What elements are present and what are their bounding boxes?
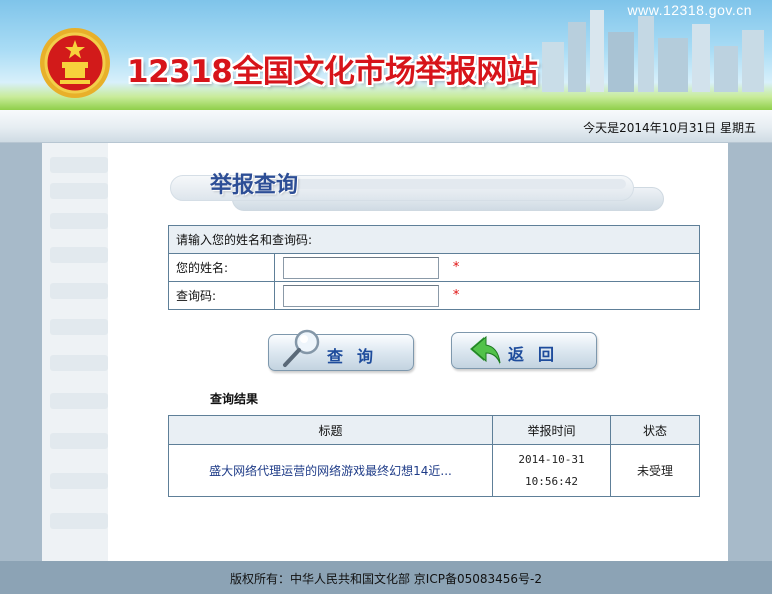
deco-stripe	[50, 473, 108, 489]
footer: 版权所有：中华人民共和国文化部 京ICP备05083456号-2	[0, 561, 772, 594]
name-input[interactable]	[283, 256, 439, 279]
page-title: 举报查询	[210, 173, 299, 198]
back-button[interactable]: 返回	[451, 332, 597, 369]
results-table: 标题 举报时间 状态 盛大网络代理运营的网络游戏最终幻想14近... 2014-…	[168, 415, 700, 497]
deco-stripe	[50, 433, 108, 449]
date-bar: 今天是2014年10月31日 星期五	[0, 110, 772, 143]
code-label: 查询码:	[168, 281, 275, 310]
deco-stripe	[50, 183, 108, 199]
side-decoration	[42, 143, 108, 561]
query-button[interactable]: 查询	[268, 329, 414, 371]
report-status: 未受理	[610, 444, 700, 497]
deco-stripe	[50, 393, 108, 409]
header-banner: www.12318.gov.cn 12318全国文化市场举报网站	[0, 0, 772, 110]
heading-decoration	[272, 179, 626, 189]
required-mark: *	[452, 260, 460, 275]
report-time: 10:56:42	[525, 474, 578, 488]
page: www.12318.gov.cn 12318全国文化市场举报网站 今天是2014…	[0, 0, 772, 594]
column-header-time: 举报时间	[492, 415, 611, 445]
site-title: 12318全国文化市场举报网站	[127, 54, 538, 90]
national-emblem-icon	[40, 28, 110, 98]
deco-stripe	[50, 247, 108, 263]
deco-stripe	[50, 319, 108, 335]
query-button-label: 查询	[327, 347, 388, 366]
name-field-cell: *	[274, 253, 700, 282]
deco-stripe	[50, 355, 108, 371]
query-form: 请输入您的姓名和查询码: 您的姓名: * 查询码: *	[168, 225, 700, 310]
table-header-row: 标题 举报时间 状态	[168, 415, 700, 445]
report-title-link[interactable]: 盛大网络代理运营的网络游戏最终幻想14近...	[168, 444, 493, 497]
site-url: www.12318.gov.cn	[627, 2, 752, 18]
current-date: 今天是2014年10月31日 星期五	[583, 121, 756, 135]
return-arrow-icon	[470, 335, 501, 365]
deco-stripe	[50, 283, 108, 299]
deco-stripe	[50, 157, 108, 173]
deco-stripe	[50, 213, 108, 229]
code-field-cell: *	[274, 281, 700, 310]
deco-stripe	[50, 513, 108, 529]
name-label: 您的姓名:	[168, 253, 275, 282]
back-button-label: 返回	[508, 345, 569, 364]
frame-left	[0, 143, 42, 561]
column-header-title: 标题	[168, 415, 493, 445]
query-code-input[interactable]	[283, 284, 439, 307]
table-row: 盛大网络代理运营的网络游戏最终幻想14近... 2014-10-31 10:56…	[168, 444, 700, 497]
column-header-status: 状态	[610, 415, 700, 445]
copyright-text: 版权所有：中华人民共和国文化部 京ICP备05083456号-2	[229, 572, 542, 586]
report-time-cell: 2014-10-31 10:56:42	[492, 444, 611, 497]
results-label: 查询结果	[210, 392, 259, 406]
magnifier-icon	[283, 329, 320, 367]
frame-right	[728, 143, 772, 561]
report-date: 2014-10-31	[518, 452, 585, 466]
required-mark: *	[452, 288, 460, 303]
form-intro: 请输入您的姓名和查询码:	[168, 225, 700, 254]
content-area: 举报查询 请输入您的姓名和查询码: 您的姓名: * 查询码: * 查询 返回 查…	[42, 143, 728, 561]
